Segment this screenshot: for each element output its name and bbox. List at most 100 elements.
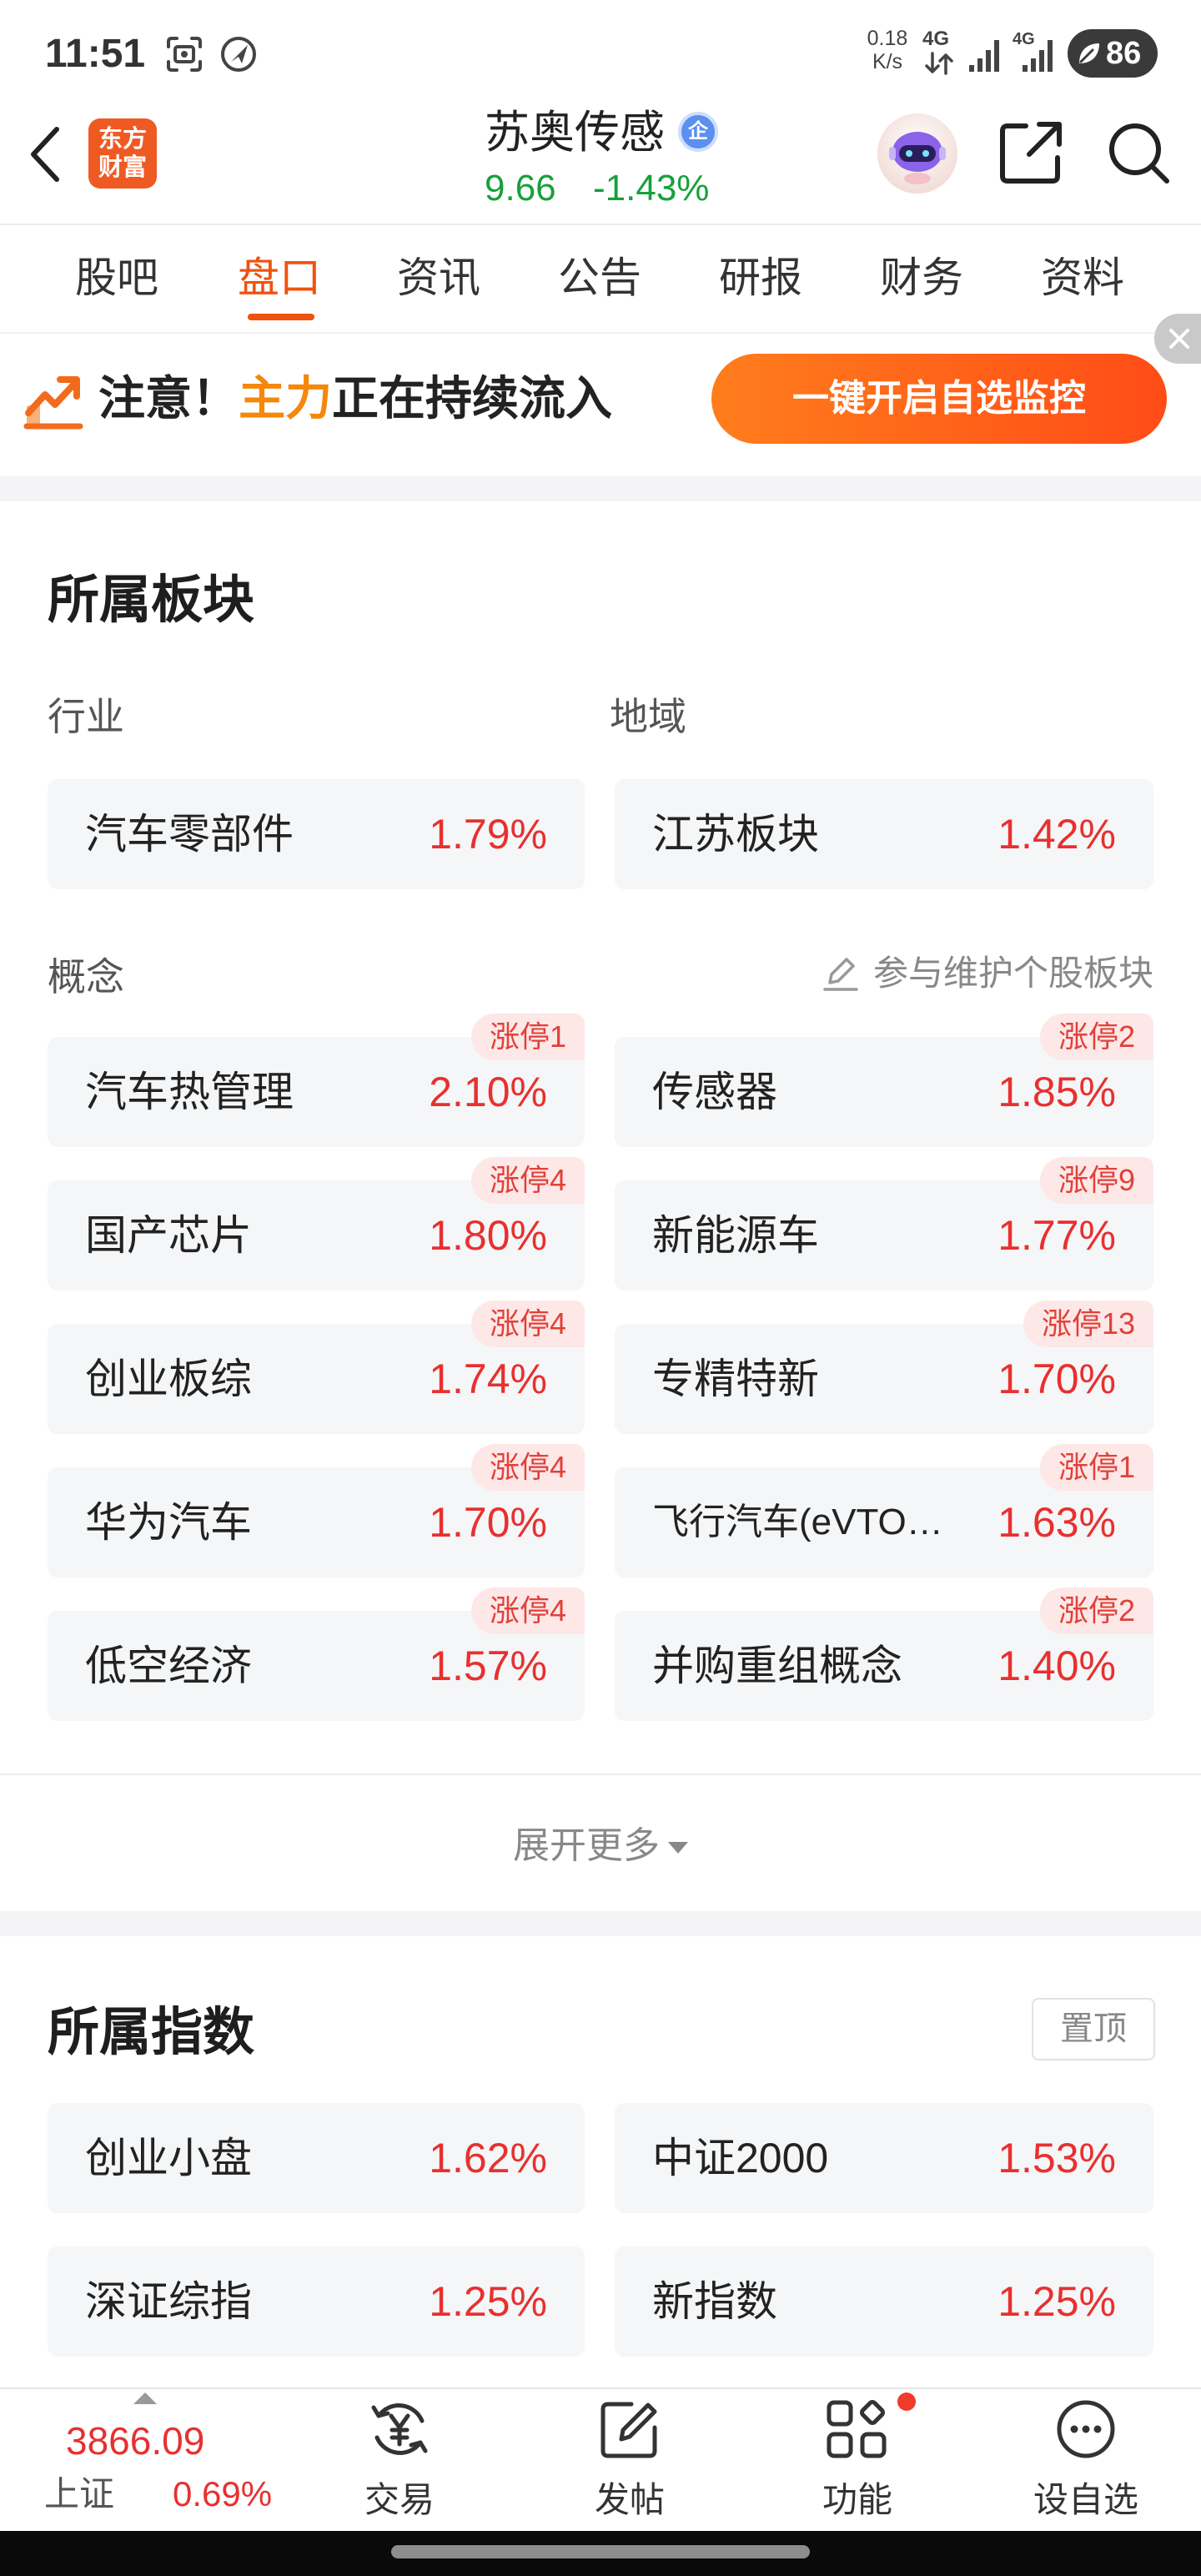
- concept-cell[interactable]: 华为汽车 1.70% 涨停4: [48, 1444, 585, 1577]
- nav-functions[interactable]: 功能: [774, 2396, 941, 2529]
- index-change: 1.62%: [429, 2135, 547, 2181]
- tab-profile[interactable]: 资料: [1003, 252, 1162, 304]
- concept-name: 专精特新: [652, 1356, 819, 1402]
- logo-line-1: 东方: [98, 126, 147, 153]
- tab-guba[interactable]: 股吧: [38, 252, 196, 304]
- nav-post-label: 发帖: [594, 2480, 665, 2519]
- network-speed-value: 0.18: [867, 27, 908, 50]
- more-dots-icon: [1057, 2400, 1115, 2458]
- limit-up-badge: 涨停4: [470, 1157, 585, 1204]
- nav-post[interactable]: 发帖: [546, 2396, 713, 2529]
- concept-name: 创业板综: [85, 1356, 252, 1402]
- market-index-ticker[interactable]: 3866.09 上证 0.69%: [33, 2391, 300, 2524]
- index-change: 1.53%: [997, 2135, 1116, 2181]
- search-icon[interactable]: [1105, 119, 1172, 190]
- concept-name: 汽车热管理: [85, 1069, 294, 1115]
- limit-up-badge: 涨停1: [470, 1014, 585, 1060]
- index-name: 中证2000: [652, 2135, 829, 2181]
- index-value: 3866.09: [66, 2419, 205, 2463]
- index-cell[interactable]: 中证2000 1.53%: [615, 2103, 1153, 2213]
- tab-announcements[interactable]: 公告: [520, 252, 679, 304]
- tab-research[interactable]: 研报: [681, 252, 840, 304]
- close-icon: [1168, 327, 1191, 355]
- banner-text-attention: 注意！: [98, 372, 239, 425]
- pin-to-top-button[interactable]: 置顶: [1032, 1998, 1155, 2060]
- banner-message: 注意！主力正在持续流入: [98, 372, 612, 425]
- nav-trade[interactable]: 交易: [316, 2396, 483, 2529]
- region-cell[interactable]: 江苏板块 1.42%: [615, 779, 1153, 889]
- concept-cell[interactable]: 专精特新 1.70% 涨停13: [615, 1301, 1153, 1434]
- index-name: 创业小盘: [85, 2135, 252, 2181]
- section-gap: [0, 476, 1201, 501]
- navigation-icon: [219, 34, 259, 78]
- system-nav-bar: [0, 2531, 1201, 2576]
- concept-cell[interactable]: 传感器 1.85% 涨停2: [615, 1014, 1153, 1147]
- status-bar: 11:51 0.18 K/s 4G 4G 86: [0, 0, 1201, 107]
- region-label: 地域: [610, 695, 686, 738]
- index-name: 深证综指: [85, 2278, 252, 2325]
- index-change: 1.25%: [429, 2278, 547, 2325]
- nav-trade-label: 交易: [364, 2480, 435, 2519]
- signal-icon: [967, 37, 1004, 78]
- sector-name: 汽车零部件: [85, 811, 294, 858]
- limit-up-badge: 涨停2: [1039, 1587, 1153, 1634]
- concept-name: 飞行汽车(eVTO…: [652, 1502, 943, 1542]
- caret-up-icon: [133, 2392, 157, 2408]
- concept-cell[interactable]: 低空经济 1.57% 涨停4: [48, 1587, 585, 1721]
- index-cell[interactable]: 深证综指 1.25%: [48, 2246, 585, 2357]
- tab-pankou[interactable]: 盘口: [200, 252, 359, 304]
- stock-change-pct: -1.43%: [593, 168, 710, 209]
- expand-more-button[interactable]: 展开更多: [0, 1824, 1201, 1869]
- edit-pencil-icon: [823, 958, 858, 991]
- concept-name: 并购重组概念: [652, 1643, 902, 1689]
- bottom-nav-divider: [0, 2387, 1201, 2389]
- enterprise-badge: 企: [678, 112, 718, 152]
- enable-monitor-button[interactable]: 一键开启自选监控: [711, 354, 1167, 444]
- index-cell[interactable]: 创业小盘 1.62%: [48, 2103, 585, 2213]
- sectors-title: 所属板块: [48, 571, 255, 629]
- concept-name: 华为汽车: [85, 1499, 252, 1546]
- industry-cell[interactable]: 汽车零部件 1.79%: [48, 779, 585, 889]
- limit-up-badge: 涨停9: [1039, 1157, 1153, 1204]
- concept-cell[interactable]: 汽车热管理 2.10% 涨停1: [48, 1014, 585, 1147]
- index-change: 1.25%: [997, 2278, 1116, 2325]
- limit-up-badge: 涨停4: [470, 1444, 585, 1491]
- concept-name: 传感器: [652, 1069, 777, 1115]
- concept-cell[interactable]: 国产芯片 1.80% 涨停4: [48, 1157, 585, 1291]
- battery-level: 86: [1106, 36, 1142, 71]
- trend-up-icon: [23, 370, 83, 434]
- back-button[interactable]: [17, 117, 75, 192]
- index-name: 上证: [44, 2474, 115, 2513]
- sim1-type: 4G: [922, 28, 950, 50]
- limit-up-badge: 涨停2: [1039, 1014, 1153, 1060]
- nav-add-watchlist-label: 设自选: [1033, 2480, 1138, 2519]
- back-arrow-icon: [27, 124, 63, 189]
- concept-cell[interactable]: 新能源车 1.77% 涨停9: [615, 1157, 1153, 1291]
- concept-name: 新能源车: [652, 1212, 819, 1259]
- logo-line-2: 财富: [98, 154, 147, 181]
- active-tab-indicator: [248, 314, 314, 320]
- tab-financials[interactable]: 财务: [842, 252, 1001, 304]
- robot-avatar-icon[interactable]: [876, 112, 959, 199]
- functions-grid-icon: [827, 2400, 887, 2458]
- tab-news[interactable]: 资讯: [359, 252, 518, 304]
- concept-cell[interactable]: 飞行汽车(eVTO… 1.63% 涨停1: [615, 1444, 1153, 1577]
- concept-cell[interactable]: 并购重组概念 1.40% 涨停2: [615, 1587, 1153, 1721]
- home-indicator[interactable]: [391, 2545, 810, 2558]
- app-logo[interactable]: 东方 财富: [88, 118, 157, 189]
- index-change: 0.69%: [173, 2474, 273, 2513]
- nav-functions-label: 功能: [822, 2480, 892, 2519]
- caret-down-icon: [668, 1842, 688, 1854]
- banner-text-main-force: 主力: [239, 372, 332, 425]
- share-icon[interactable]: [997, 119, 1064, 190]
- banner-close-button[interactable]: [1154, 314, 1201, 364]
- notification-dot: [897, 2392, 916, 2411]
- maintain-sectors-link[interactable]: 参与维护个股板块: [822, 953, 1153, 994]
- battery-indicator: 86: [1068, 29, 1158, 78]
- nav-add-watchlist[interactable]: 设自选: [1003, 2396, 1169, 2529]
- industry-label: 行业: [48, 695, 124, 738]
- index-cell[interactable]: 新指数 1.25%: [615, 2246, 1153, 2357]
- maintain-link-label: 参与维护个股板块: [872, 953, 1153, 993]
- concept-cell[interactable]: 创业板综 1.74% 涨停4: [48, 1301, 585, 1434]
- network-speed-unit: K/s: [872, 50, 903, 73]
